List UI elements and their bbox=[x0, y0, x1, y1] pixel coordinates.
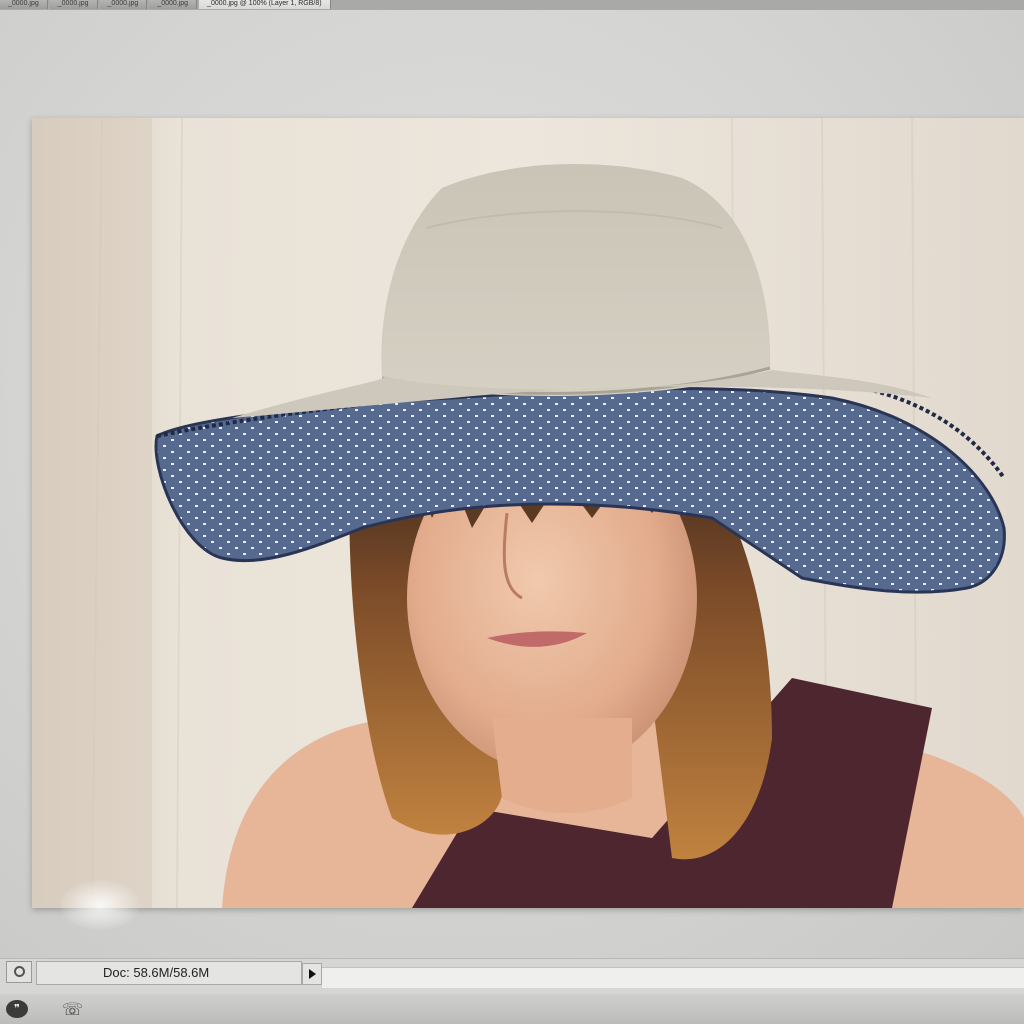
document-tab[interactable]: _0000.jpg bbox=[149, 0, 198, 9]
status-info-icon[interactable] bbox=[6, 961, 32, 983]
screen-glare bbox=[60, 880, 140, 930]
status-bar: Doc: 58.6M/58.6M bbox=[0, 958, 1024, 995]
document-image[interactable] bbox=[32, 118, 1024, 908]
photo-woman-in-wide-brim-hat bbox=[32, 118, 1024, 908]
document-tab[interactable]: _0000.jpg bbox=[99, 0, 148, 9]
chat-icon[interactable]: ❞ bbox=[6, 1000, 28, 1018]
canvas-area[interactable] bbox=[0, 10, 1024, 960]
document-tab[interactable]: _0000.jpg bbox=[49, 0, 98, 9]
document-tab-strip: _0000.jpg _0000.jpg _0000.jpg _0000.jpg … bbox=[0, 0, 1024, 10]
horizontal-scrollbar[interactable] bbox=[322, 967, 1024, 988]
phone-icon[interactable]: ☏ bbox=[62, 1000, 84, 1020]
doc-size-readout: Doc: 58.6M/58.6M bbox=[36, 961, 302, 985]
status-menu-arrow-icon[interactable] bbox=[302, 963, 322, 985]
screen: _0000.jpg _0000.jpg _0000.jpg _0000.jpg … bbox=[0, 0, 1024, 1024]
dock: ❞ ☏ bbox=[0, 994, 1024, 1024]
document-tab[interactable]: _0000.jpg bbox=[0, 0, 48, 9]
document-tab-active[interactable]: _0000.jpg @ 100% (Layer 1, RGB/8) bbox=[199, 0, 331, 9]
